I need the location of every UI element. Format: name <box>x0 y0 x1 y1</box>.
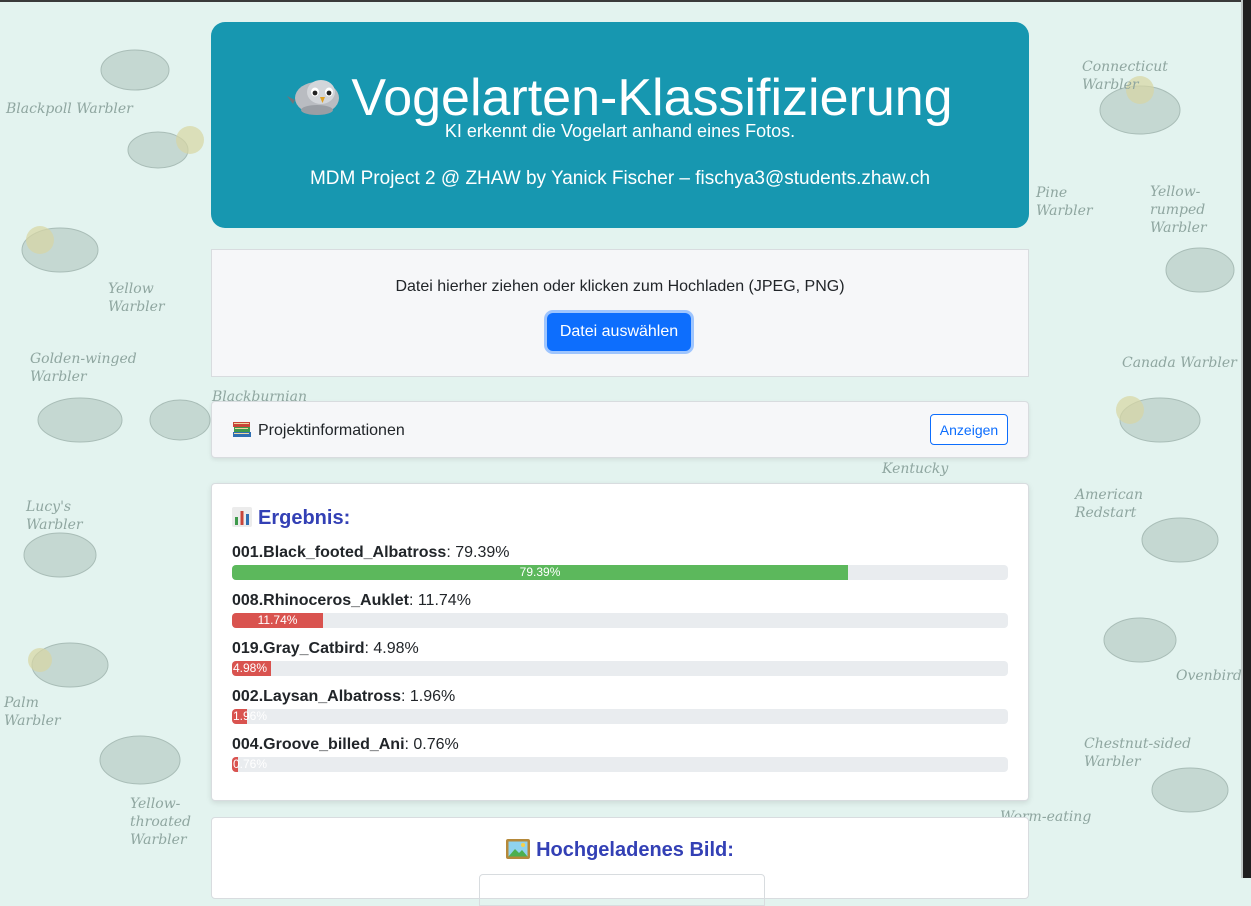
uploaded-image-card: Hochgeladenes Bild: <box>211 817 1029 906</box>
results-title-row: Ergebnis: <box>232 506 350 533</box>
prediction-label: 004.Groove_billed_Ani: 0.76% <box>232 735 459 755</box>
label-separator: : <box>408 592 418 609</box>
confidence-bar-track: 1.96% <box>232 709 1008 724</box>
project-info-panel: Projektinformationen Anzeigen <box>211 401 1029 458</box>
uploaded-image-title: Hochgeladenes Bild: <box>536 839 734 861</box>
confidence-bar-text: 0.76% <box>233 757 268 771</box>
prediction-row: 008.Rhinoceros_Auklet: 11.74% 11.74% <box>232 591 1008 637</box>
books-icon <box>232 420 252 444</box>
bg-label: Pine Warbler <box>1036 185 1093 219</box>
author-line: MDM Project 2 @ ZHAW by Yanick Fischer –… <box>309 168 931 189</box>
prediction-label: 001.Black_footed_Albatross: 79.39% <box>232 543 509 563</box>
bg-label: Golden-winged Warbler <box>30 351 137 385</box>
confidence-bar-track: 11.74% <box>232 613 1008 628</box>
project-info-header: Projektinformationen <box>232 420 405 444</box>
bg-label: Connecticut Warbler <box>1082 59 1168 93</box>
bg-label: Yellow-throated Warbler <box>130 796 191 848</box>
upload-dropzone[interactable]: Datei hierher ziehen oder klicken zum Ho… <box>211 249 1029 377</box>
confidence-bar-text: 4.98% <box>233 661 268 675</box>
uploaded-image-preview <box>479 874 765 906</box>
prediction-class-name: 004.Groove_billed_Ani <box>232 736 405 753</box>
confidence-bar-text: 79.39% <box>519 565 561 579</box>
prediction-class-name: 001.Black_footed_Albatross <box>232 544 447 561</box>
confidence-bar-text: 1.96% <box>233 709 268 723</box>
prediction-row: 001.Black_footed_Albatross: 79.39% 79.39% <box>232 543 1008 589</box>
prediction-percent: 79.39% <box>455 544 510 561</box>
bg-label: Palm Warbler <box>4 695 61 729</box>
prediction-class-name: 002.Laysan_Albatross <box>232 688 401 705</box>
project-info-label: Projektinformationen <box>258 422 405 439</box>
prediction-percent: 1.96% <box>409 688 456 705</box>
prediction-row: 002.Laysan_Albatross: 1.96% 1.96% <box>232 687 1008 733</box>
confidence-bar-track: 79.39% <box>232 565 1008 580</box>
window-right-edge <box>1243 0 1251 878</box>
bg-label: Canada Warbler <box>1122 355 1237 371</box>
prediction-label: 008.Rhinoceros_Auklet: 11.74% <box>232 591 471 611</box>
framed-picture-icon <box>506 839 531 865</box>
prediction-row: 004.Groove_billed_Ani: 0.76% 0.76% <box>232 735 1008 781</box>
bg-label: Chestnut-sided Warbler <box>1084 736 1192 770</box>
page-title: Vogelarten-Klassifizierung <box>351 69 953 127</box>
hero-header: Vogelarten-Klassifizierung KI erkennt di… <box>211 22 1029 228</box>
bg-label: Yellow Warbler <box>108 281 165 315</box>
prediction-percent: 4.98% <box>373 640 419 657</box>
results-title: Ergebnis: <box>258 507 351 529</box>
bg-label: Yellow-rumped Warbler <box>1150 184 1207 236</box>
prediction-percent: 0.76% <box>413 736 459 753</box>
upload-prompt: Datei hierher ziehen oder klicken zum Ho… <box>395 278 845 295</box>
bar-chart-icon <box>232 507 252 533</box>
prediction-class-name: 008.Rhinoceros_Auklet <box>232 592 409 609</box>
choose-file-button[interactable]: Datei auswählen <box>547 313 691 351</box>
prediction-class-name: 019.Gray_Catbird <box>232 640 365 657</box>
bg-label: Lucy's Warbler <box>26 499 83 533</box>
bg-label: Kentucky <box>882 461 949 477</box>
confidence-bar-text: 11.74% <box>257 613 298 627</box>
show-info-button[interactable]: Anzeigen <box>930 414 1008 445</box>
prediction-row: 019.Gray_Catbird: 4.98% 4.98% <box>232 639 1008 685</box>
confidence-bar-track: 4.98% <box>232 661 1008 676</box>
label-separator: : <box>446 544 456 561</box>
uploaded-image-title-row: Hochgeladenes Bild: <box>212 838 1028 865</box>
confidence-bar-track: 0.76% <box>232 757 1008 772</box>
label-separator: : <box>400 688 410 705</box>
bg-label: Ovenbird <box>1176 668 1242 684</box>
prediction-percent: 11.74% <box>417 592 471 609</box>
prediction-label: 019.Gray_Catbird: 4.98% <box>232 639 419 659</box>
bg-label: Blackpoll Warbler <box>6 101 133 117</box>
results-card: Ergebnis: 001.Black_footed_Albatross: 79… <box>211 483 1029 801</box>
bg-label: American Redstart <box>1075 487 1144 521</box>
page-subtitle: KI erkennt die Vogelart anhand eines Fot… <box>444 121 796 141</box>
prediction-label: 002.Laysan_Albatross: 1.96% <box>232 687 455 707</box>
